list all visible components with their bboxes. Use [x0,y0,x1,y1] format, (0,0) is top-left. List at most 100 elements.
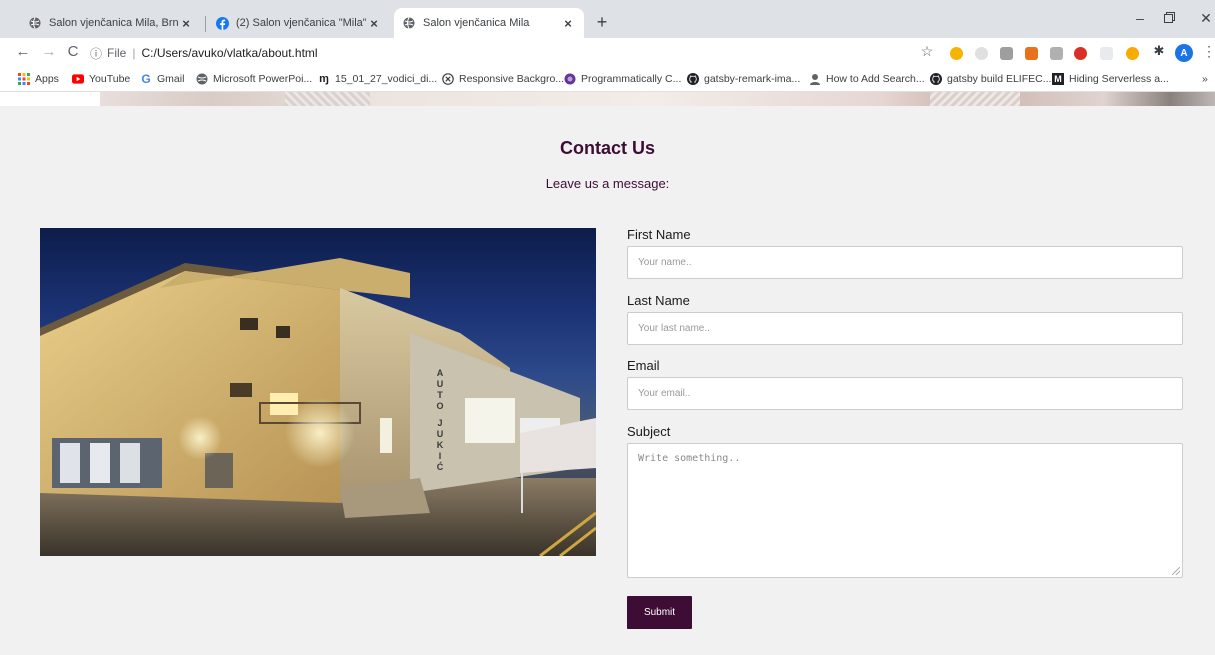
bookmarks-bar: Apps YouTube G Gmail Microsoft PowerPoi.… [0,68,1215,92]
globe-icon [402,16,416,30]
x-circle-icon [442,73,454,85]
sign-letter: K [436,440,444,450]
minimize-icon[interactable]: – [1128,10,1152,26]
bookmark-label: Apps [35,73,59,85]
bookmark-gmail[interactable]: G Gmail [140,72,185,86]
back-icon[interactable]: ← [14,43,32,60]
bookmark-label: Hiding Serverless a... [1069,73,1169,85]
sign-letter: J [437,418,443,428]
facebook-icon [215,16,229,30]
bookmark-vodici[interactable]: ɱ 15_01_27_vodici_di... [318,73,437,85]
close-tab-icon[interactable]: × [560,16,576,31]
browser-toolbar: ← → C ⓘ File | C:/Users/avuko/vlatka/abo… [0,38,1215,68]
lace-pattern [930,92,1020,106]
youtube-icon [72,73,84,85]
extension-icon[interactable] [1050,47,1063,60]
hero-blank [0,92,100,106]
bookmark-label: Gmail [157,73,185,85]
bookmark-star-icon[interactable]: ☆ [918,43,936,60]
bookmark-gatsby-remark[interactable]: gatsby-remark-ima... [687,73,800,85]
close-tab-icon[interactable]: × [178,16,194,31]
last-name-label: Last Name [627,293,690,308]
address-scheme: File [107,46,127,60]
bookmark-label: Responsive Backgro... [459,73,565,85]
bookmark-apps[interactable]: Apps [18,73,59,85]
maximize-icon[interactable] [1157,10,1181,26]
sign-letter: Ć [436,462,444,472]
address-bar[interactable]: ⓘ File | C:/Users/avuko/vlatka/about.htm… [90,42,940,64]
apps-grid-icon [18,73,30,85]
page-subtitle: Leave us a message: [545,176,670,191]
sign-letter: U [436,379,444,389]
new-tab-icon[interactable]: + [592,12,612,33]
bookmark-hiding-serverless[interactable]: M Hiding Serverless a... [1052,73,1169,85]
bookmark-programmatically[interactable]: Programmatically C... [564,73,681,85]
submit-button[interactable]: Submit [627,596,692,629]
bookmarks-overflow-button[interactable]: » [1202,73,1208,85]
person-icon [809,73,821,85]
github-icon [687,73,699,85]
globe-icon [196,73,208,85]
lace-pattern [285,92,370,106]
bookmark-label: Programmatically C... [581,73,682,85]
tab-title: Salon vjenčanica Mila [423,17,530,29]
tab-salon-brnaze[interactable]: Salon vjenčanica Mila, Brnaze - S × [20,8,202,38]
hero-image-strip [0,92,1215,106]
extension-icon[interactable] [1074,47,1087,60]
bookmark-label: Microsoft PowerPoi... [213,73,313,85]
menu-icon[interactable]: ⋮ [1200,43,1215,60]
page-content: Contact Us Leave us a message: A U T O J… [0,92,1215,655]
page-title: Contact Us [559,138,655,158]
salon-building-photo: A U T O J U K I Ć [40,228,596,556]
extension-icon[interactable] [1000,47,1013,60]
address-divider: | [132,46,136,60]
bookmark-label: gatsby build ELIFEC... [947,73,1052,85]
email-field[interactable]: Your email.. [627,377,1183,410]
medium-icon: M [1052,73,1064,85]
hero-band [100,92,1215,106]
building-sign: A U T O J U K I Ć [434,368,446,473]
subject-textarea[interactable]: Write something.. [627,443,1183,578]
email-label: Email [627,358,660,373]
last-name-field[interactable]: Your last name.. [627,312,1183,345]
bookmark-label: YouTube [89,73,131,85]
bookmark-label: How to Add Search... [826,73,925,85]
close-window-icon[interactable]: ✕ [1194,10,1215,27]
forward-icon[interactable]: → [40,43,58,60]
bookmark-add-search[interactable]: How to Add Search... [809,73,925,85]
profile-avatar[interactable]: A [1175,44,1193,62]
bookmark-powerpoint[interactable]: Microsoft PowerPoi... [196,73,312,85]
subject-label: Subject [627,424,671,439]
sign-letter: O [436,401,444,411]
m-icon: ɱ [319,73,329,85]
sign-letter: U [436,429,444,439]
tab-salon-mila[interactable]: Salon vjenčanica Mila × [394,8,584,38]
subject-placeholder: Write something.. [638,453,741,464]
extension-icon[interactable] [1025,47,1038,60]
resize-grip-icon[interactable] [1172,567,1180,575]
close-tab-icon[interactable]: × [366,16,382,31]
sign-letter: I [438,451,442,461]
bookmark-responsive[interactable]: Responsive Backgro... [442,73,564,85]
bookmark-youtube[interactable]: YouTube [72,73,130,85]
github-icon [930,73,942,85]
sign-letter: T [437,390,443,400]
address-path: C:/Users/avuko/vlatka/about.html [141,46,318,60]
reload-icon[interactable]: C [64,43,82,60]
purple-circle-icon [564,73,576,85]
tab-facebook[interactable]: (2) Salon vjenčanica "Mila" | Face × [207,8,390,38]
info-icon[interactable]: ⓘ [90,45,102,62]
extension-icon[interactable] [1126,47,1139,60]
sign-letter: A [436,368,444,378]
tab-title: (2) Salon vjenčanica "Mila" | Face [236,17,366,29]
google-icon: G [141,72,151,86]
extension-icon[interactable] [1100,47,1113,60]
tab-title: Salon vjenčanica Mila, Brnaze - S [49,17,178,29]
extension-icon[interactable] [950,47,963,60]
first-name-field[interactable]: Your name.. [627,246,1183,279]
extension-icon[interactable] [975,47,988,60]
extensions-puzzle-icon[interactable]: ✱ [1150,43,1168,59]
bookmark-gatsby-build[interactable]: gatsby build ELIFEC... [930,73,1051,85]
bookmark-label: 15_01_27_vodici_di... [335,73,438,85]
bookmark-label: gatsby-remark-ima... [704,73,801,85]
